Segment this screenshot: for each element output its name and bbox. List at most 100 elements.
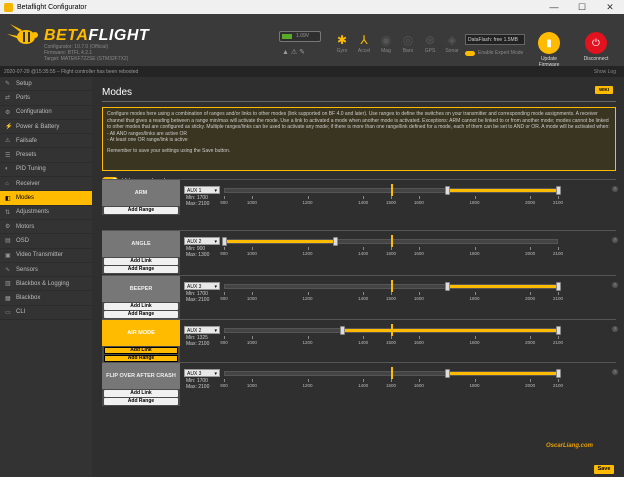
sidebar-item-label: PID Tuning: [16, 166, 46, 173]
aux-channel-select[interactable]: AUX 2: [184, 326, 220, 335]
sidebar-item-receiver[interactable]: ⌂ Receiver: [0, 177, 92, 192]
bee-logo-icon: [7, 24, 38, 44]
sidebar-item-icon: ▤: [5, 238, 11, 245]
sidebar-item-icon: ⚡: [5, 124, 13, 131]
add-link-button[interactable]: Add Link: [104, 303, 178, 310]
sidebar-item-ports[interactable]: ⇄ Ports: [0, 91, 92, 106]
remove-range-icon[interactable]: ?: [612, 326, 618, 332]
range-min-handle[interactable]: [222, 237, 227, 246]
add-range-button[interactable]: Add Range: [104, 266, 178, 273]
sidebar-item-configuration[interactable]: ⚙ Configuration: [0, 106, 92, 120]
disconnect-button[interactable]: ⏻ Disconnect: [580, 32, 612, 62]
remove-range-icon[interactable]: ?: [612, 237, 618, 243]
sidebar-item-icon: ▥: [5, 281, 11, 288]
sidebar-nav: ✎ Setup ⇄ Ports ⚙ Configuration ⚡ Power & Batte…: [0, 77, 92, 477]
tick-label: 1000: [246, 340, 257, 345]
sidebar-item-blackbox[interactable]: ▦ Blackbox: [0, 291, 92, 306]
tick-mark: [391, 247, 392, 250]
remove-range-icon[interactable]: ?: [612, 186, 618, 192]
range-min-max: Min: 1700 Max: 2100: [186, 378, 210, 390]
sensor-label: Baro: [402, 48, 414, 54]
app-window: Betaflight Configurator — ☐ ✕ BETAFLIGHT…: [0, 0, 624, 477]
remove-range-icon[interactable]: ?: [612, 369, 618, 375]
tick-label: 1200: [302, 383, 313, 388]
range-max-handle[interactable]: [556, 282, 561, 291]
range-min-handle[interactable]: [444, 369, 450, 378]
sensor-sonar: ◈ Sonar: [441, 32, 463, 54]
tick-mark: [224, 379, 225, 382]
tick-label: 1800: [469, 340, 480, 345]
tick-mark: [363, 292, 365, 295]
tick-label: 1800: [469, 200, 480, 205]
range-min-max: Min: 1325 Max: 2100: [186, 335, 210, 347]
expert-mode-toggle[interactable]: Enable Expert Mode: [465, 50, 523, 56]
minimize-button[interactable]: —: [540, 0, 568, 14]
tick-mark: [530, 336, 532, 339]
sidebar-item-power-battery[interactable]: ⚡ Power & Battery: [0, 120, 92, 135]
close-button[interactable]: ✕: [596, 0, 624, 14]
page-title: Modes: [102, 87, 133, 98]
tick-mark: [558, 247, 559, 250]
tick-mark: [307, 379, 309, 382]
sidebar-item-osd[interactable]: ▤ OSD: [0, 234, 92, 249]
tick-mark: [418, 247, 420, 250]
sidebar-item-failsafe[interactable]: ⚠ Failsafe: [0, 134, 92, 149]
tick-mark: [558, 196, 559, 199]
sidebar-item-label: Modes: [16, 195, 35, 202]
tick-mark: [530, 379, 532, 382]
sidebar-item-motors[interactable]: ⚙ Motors: [0, 220, 92, 235]
add-link-button[interactable]: Add Link: [104, 258, 178, 265]
range-max-handle[interactable]: [556, 326, 561, 335]
mode-name: BEEPER: [102, 276, 180, 302]
sensor-list: ✱ Gyro ⅄ Accel ◉ Mag ◎ Baro ⊛ GPS ◈ Sonar: [331, 32, 463, 54]
tick-label: 2100: [552, 251, 564, 256]
sidebar-item-sensors[interactable]: ∿ Sensors: [0, 263, 92, 278]
maximize-button[interactable]: ☐: [568, 0, 596, 14]
range-scale: 900 1000 1200 1400 1500 1600 1800 2000 2100: [220, 292, 563, 304]
tick-mark: [418, 196, 420, 199]
sidebar-item-label: Ports: [16, 94, 31, 101]
aux-channel-select[interactable]: AUX 3: [184, 369, 220, 378]
range-min-handle[interactable]: [444, 186, 450, 195]
sidebar-item-pid-tuning[interactable]: ◐ PID Tuning: [0, 163, 92, 178]
brand-name: BETAFLIGHT: [44, 27, 150, 44]
add-link-button[interactable]: Add Link: [104, 390, 178, 397]
sidebar-item-adjustments[interactable]: ⇅ Adjustments: [0, 206, 92, 220]
add-range-button[interactable]: Add Range: [104, 355, 178, 362]
sidebar-item-icon: ✎: [5, 81, 11, 88]
range-max-handle[interactable]: [556, 369, 561, 378]
tick-mark: [391, 196, 392, 199]
aux-channel-select[interactable]: AUX 1: [184, 186, 220, 195]
save-button[interactable]: Save: [594, 465, 614, 474]
add-range-button[interactable]: Add Range: [104, 311, 178, 318]
sidebar-item-presets[interactable]: ☰ Presets: [0, 148, 92, 163]
tick-mark: [307, 336, 309, 339]
range-max-handle[interactable]: [556, 186, 561, 195]
tick-mark: [474, 247, 476, 250]
remove-range-icon[interactable]: ?: [612, 282, 618, 288]
wiki-button[interactable]: WIKI: [595, 86, 613, 94]
range-max-handle[interactable]: [333, 237, 339, 246]
sidebar-item-blackbox-logging[interactable]: ▥ Blackbox & Logging: [0, 277, 92, 292]
sidebar-item-cli[interactable]: ▭ CLI: [0, 306, 92, 321]
tick-label: 1500: [385, 251, 397, 256]
mode-name: ANGLE: [102, 231, 180, 257]
sidebar-item-modes[interactable]: ◧ Modes: [0, 191, 92, 206]
sensor-gps: ⊛ GPS: [419, 32, 441, 54]
add-range-button[interactable]: Add Range: [104, 398, 178, 405]
update-firmware-button[interactable]: ▮ Update Firmware: [533, 32, 565, 68]
aux-channel-select[interactable]: AUX 2: [184, 237, 220, 246]
add-link-button[interactable]: Add Link: [104, 347, 178, 354]
tick-label: 1500: [385, 200, 397, 205]
range-min-handle[interactable]: [444, 282, 450, 291]
sidebar-item-setup[interactable]: ✎ Setup: [0, 77, 92, 92]
aux-channel-select[interactable]: AUX 3: [184, 282, 220, 291]
tick-label: 1200: [302, 296, 313, 301]
sensor-label: Accel: [357, 48, 371, 54]
show-log-link[interactable]: Show Log: [594, 69, 616, 75]
sidebar-item-video-transmitter[interactable]: ▣ Video Transmitter: [0, 249, 92, 263]
add-range-button[interactable]: Add Range: [104, 207, 178, 214]
range-row: AUX 3Min: 1700Max: 2100 900 1000 1200 1400 15…: [184, 365, 618, 395]
app-header: BETAFLIGHT Configurator: 10.7.0 (Officia…: [0, 14, 624, 68]
range-min-handle[interactable]: [340, 326, 346, 335]
